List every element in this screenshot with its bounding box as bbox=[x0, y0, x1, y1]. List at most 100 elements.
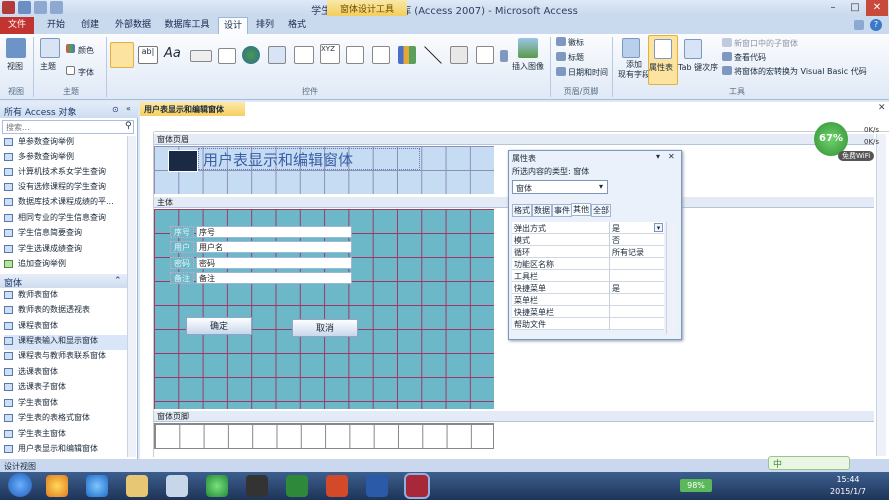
chart-control-icon[interactable] bbox=[398, 46, 416, 64]
field-textbox[interactable]: 备注 bbox=[196, 272, 352, 284]
powerpoint-icon[interactable] bbox=[326, 475, 348, 497]
cancel-button[interactable]: 取消 bbox=[292, 319, 358, 337]
prop-tab-data[interactable]: 数据 bbox=[532, 204, 552, 217]
nav-query-item[interactable]: 计算机技术系女学生查询 bbox=[4, 166, 134, 181]
prop-tab-other[interactable]: 其他 bbox=[571, 203, 591, 216]
tab-format[interactable]: 格式 bbox=[284, 17, 310, 34]
tab-order-button[interactable]: Tab 键次序 bbox=[678, 62, 718, 73]
nav-form-item[interactable]: 学生表窗体 bbox=[4, 397, 134, 412]
property-row[interactable]: 功能区名称 bbox=[512, 258, 664, 270]
tab-file[interactable]: 文件 bbox=[0, 17, 34, 34]
close-document-icon[interactable]: ✕ bbox=[878, 103, 886, 113]
label-control-icon[interactable]: Aa bbox=[164, 46, 184, 64]
field-label[interactable]: 密码 bbox=[170, 257, 194, 269]
property-sheet-icon[interactable] bbox=[654, 39, 672, 59]
convert-macros-icon[interactable] bbox=[722, 66, 732, 75]
help-icon[interactable]: ? bbox=[870, 19, 882, 31]
prop-tab-event[interactable]: 事件 bbox=[552, 204, 572, 217]
nav-form-item[interactable]: 教师表的数据透视表 bbox=[4, 304, 134, 319]
property-row[interactable]: 帮助文件 bbox=[512, 318, 664, 330]
field-textbox[interactable]: 密码 bbox=[196, 257, 352, 269]
qq-icon[interactable] bbox=[246, 475, 268, 497]
page-break-icon[interactable] bbox=[346, 46, 364, 64]
nav-form-item[interactable]: 用户表显示和编辑窗体 bbox=[4, 443, 134, 458]
property-row[interactable]: 工具栏 bbox=[512, 270, 664, 282]
property-row[interactable]: 快捷菜单栏 bbox=[512, 306, 664, 318]
nav-form-item[interactable]: 课程表窗体 bbox=[4, 320, 134, 335]
collapse-ribbon-icon[interactable] bbox=[854, 20, 864, 30]
colors-icon[interactable] bbox=[66, 44, 75, 53]
wifi-label[interactable]: 免费WiFi bbox=[838, 151, 875, 161]
nav-query-item[interactable]: 学生选课成绩查询 bbox=[4, 243, 134, 258]
colors-button[interactable]: 颜色 bbox=[78, 45, 94, 56]
battery-badge[interactable]: 98% bbox=[680, 479, 712, 492]
property-value-dropdown-icon[interactable]: ▾ bbox=[654, 223, 663, 232]
nav-scrollbar[interactable] bbox=[127, 136, 136, 457]
select-pointer-icon[interactable] bbox=[110, 42, 134, 68]
datetime-button[interactable]: 日期和时间 bbox=[568, 67, 608, 78]
clock-time[interactable]: 15:44 bbox=[828, 475, 868, 484]
nav-query-item[interactable]: 多参数查询举例 bbox=[4, 151, 134, 166]
nav-query-item[interactable]: 没有选修课程的学生查询 bbox=[4, 181, 134, 196]
field-label[interactable]: 用户 bbox=[170, 241, 194, 253]
web-browser-control-icon[interactable] bbox=[268, 46, 286, 64]
field-label[interactable]: 序号 bbox=[170, 226, 194, 238]
add-fields-button[interactable]: 添加 现有字段 bbox=[618, 60, 650, 80]
nav-query-item[interactable]: 单参数查询举例 bbox=[4, 136, 134, 151]
property-dropdown-icon[interactable]: ▾ bbox=[656, 152, 660, 161]
folder-icon[interactable] bbox=[126, 475, 148, 497]
button-control-icon[interactable] bbox=[190, 50, 212, 62]
close-button[interactable]: ✕ bbox=[866, 0, 888, 16]
word-icon[interactable] bbox=[366, 475, 388, 497]
nav-search-input[interactable]: 搜索... bbox=[2, 120, 134, 134]
nav-form-item[interactable]: 课程表输入和显示窗体 bbox=[4, 335, 134, 350]
tab-control-icon[interactable] bbox=[218, 48, 236, 64]
view-icon[interactable] bbox=[6, 38, 26, 58]
listbox-control-icon[interactable] bbox=[476, 46, 494, 64]
nav-query-item[interactable]: 追加查询举例 bbox=[4, 258, 134, 273]
field-textbox[interactable]: 序号 bbox=[196, 226, 352, 238]
tab-create[interactable]: 创建 bbox=[76, 17, 104, 34]
tab-design[interactable]: 设计 bbox=[218, 17, 248, 34]
tab-home[interactable]: 开始 bbox=[42, 17, 70, 34]
insert-image-button[interactable]: 插入图像 bbox=[512, 61, 544, 72]
view-code-button[interactable]: 查看代码 bbox=[734, 52, 766, 63]
nav-dropdown-icon[interactable]: ⊙ bbox=[112, 105, 119, 114]
property-sheet-button[interactable]: 属性表 bbox=[649, 62, 673, 73]
toggle-button-icon[interactable] bbox=[450, 46, 468, 64]
logo-button[interactable]: 徽标 bbox=[568, 37, 584, 48]
tab-arrange[interactable]: 排列 bbox=[252, 17, 278, 34]
browser-icon[interactable] bbox=[86, 475, 108, 497]
nav-form-item[interactable]: 选课表子窗体 bbox=[4, 381, 134, 396]
object-selector[interactable]: 窗体 bbox=[512, 180, 608, 194]
minimize-button[interactable]: – bbox=[822, 0, 844, 16]
field-textbox[interactable]: 用户名 bbox=[196, 241, 352, 253]
property-row[interactable]: 快捷菜单是 bbox=[512, 282, 664, 294]
access-icon[interactable] bbox=[406, 475, 428, 497]
ime-toolbar[interactable]: 中 bbox=[768, 456, 850, 470]
navigation-control-icon[interactable] bbox=[294, 46, 314, 64]
document-tab[interactable]: 用户表显示和编辑窗体 bbox=[140, 102, 245, 116]
nav-query-item[interactable]: 相同专业的学生信息查询 bbox=[4, 212, 134, 227]
nav-form-item[interactable]: 课程表与教师表联系窗体 bbox=[4, 350, 134, 365]
convert-macros-button[interactable]: 将窗体的宏转换为 Visual Basic 代码 bbox=[734, 66, 867, 77]
nav-query-item[interactable]: 数据库技术课程成绩的平... bbox=[4, 196, 134, 211]
view-button[interactable]: 视图 bbox=[7, 61, 23, 72]
object-dropdown-icon[interactable]: ▾ bbox=[599, 182, 603, 191]
maximize-button[interactable]: □ bbox=[844, 0, 866, 16]
start-button-icon[interactable] bbox=[8, 473, 32, 497]
clock-date[interactable]: 2015/1/7 bbox=[828, 487, 868, 496]
textbox-control-icon[interactable]: ab| bbox=[138, 46, 158, 64]
app-icon[interactable] bbox=[46, 475, 68, 497]
fonts-button[interactable]: 字体 bbox=[78, 67, 94, 78]
prop-tab-all[interactable]: 全部 bbox=[591, 204, 611, 217]
add-fields-icon[interactable] bbox=[622, 38, 640, 58]
hyperlink-control-icon[interactable] bbox=[242, 46, 260, 64]
document-scrollbar[interactable] bbox=[876, 134, 886, 456]
title-icon[interactable] bbox=[556, 52, 566, 61]
insert-image-icon[interactable] bbox=[518, 38, 538, 58]
subform-new-window-button[interactable]: 新窗口中的子窗体 bbox=[734, 38, 798, 49]
tab-order-icon[interactable] bbox=[684, 39, 702, 59]
form-title-label[interactable]: 用户表显示和编辑窗体 bbox=[198, 148, 420, 170]
section-header-bar[interactable]: 窗体页眉 bbox=[154, 134, 874, 145]
